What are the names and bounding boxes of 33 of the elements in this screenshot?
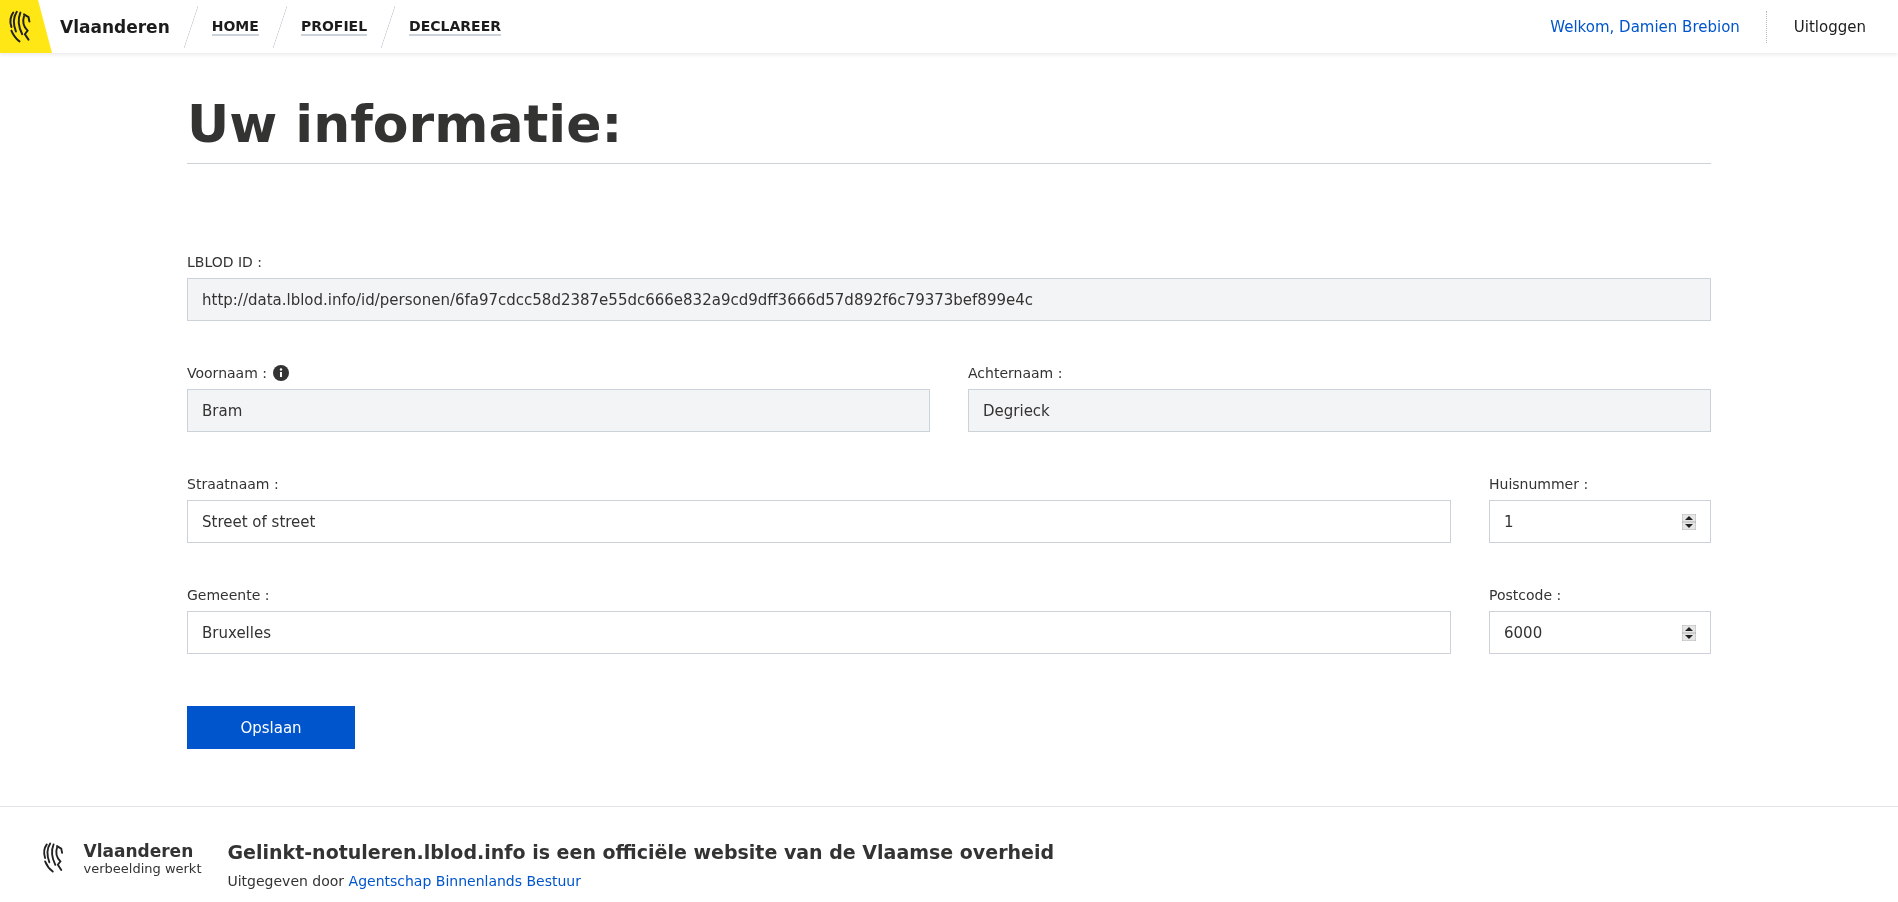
logo-badge[interactable] — [0, 0, 52, 53]
number-field[interactable]: 1 — [1489, 500, 1711, 544]
footer-title: Gelinkt-notuleren.lblod.info is een officiële website van de Vlaamse overheid — [227, 841, 1055, 863]
input-field[interactable]: http://data.lblod.info/id/personen/6fa97cdcc58d2387e55dc666e832a9cd9dff3666d57d892f6c79373bef899e4c — [187, 278, 1711, 322]
field-label: LBLOD ID : — [187, 254, 263, 271]
info-icon[interactable] — [272, 365, 289, 382]
welcome-link[interactable]: Welkom, Damien Brebion — [1550, 17, 1740, 36]
brand-name: Vlaanderen — [60, 16, 170, 37]
spinner-icon[interactable] — [1682, 513, 1696, 530]
lion-icon — [6, 8, 33, 45]
nav-link[interactable]: HOME — [211, 17, 259, 36]
field-label: Gemeente : — [187, 587, 270, 604]
spinner-icon[interactable] — [1682, 624, 1696, 641]
save-button[interactable]: Opslaan — [187, 706, 355, 750]
input-field[interactable]: Street of street — [187, 500, 1451, 544]
number-field[interactable]: 6000 — [1489, 611, 1711, 655]
field-label: Straatnaam : — [187, 476, 279, 493]
input-field[interactable]: Bruxelles — [187, 611, 1451, 655]
field-label: Achternaam : — [968, 365, 1063, 382]
publisher-link[interactable]: Agentschap Binnenlands Bestuur — [348, 873, 581, 889]
field-label: Huisnummer : — [1489, 476, 1589, 493]
footer-tagline: verbeelding werkt — [83, 861, 202, 876]
publisher-text: Uitgegeven door Agentschap Binnenlands Bestuur — [227, 873, 582, 889]
nav-link[interactable]: DECLAREER — [409, 17, 501, 36]
field-label: Postcode : — [1489, 587, 1562, 604]
logout-link[interactable]: Uitloggen — [1793, 17, 1866, 36]
nav-link[interactable]: PROFIEL — [300, 17, 368, 36]
page-title: Uw informatie: — [187, 93, 1711, 165]
field-label: Voornaam : — [187, 365, 267, 382]
lion-icon — [40, 841, 66, 875]
footer-brand: Vlaanderen — [83, 841, 195, 861]
input-field[interactable]: Degrieck — [968, 389, 1711, 433]
input-field[interactable]: Bram — [187, 389, 930, 433]
